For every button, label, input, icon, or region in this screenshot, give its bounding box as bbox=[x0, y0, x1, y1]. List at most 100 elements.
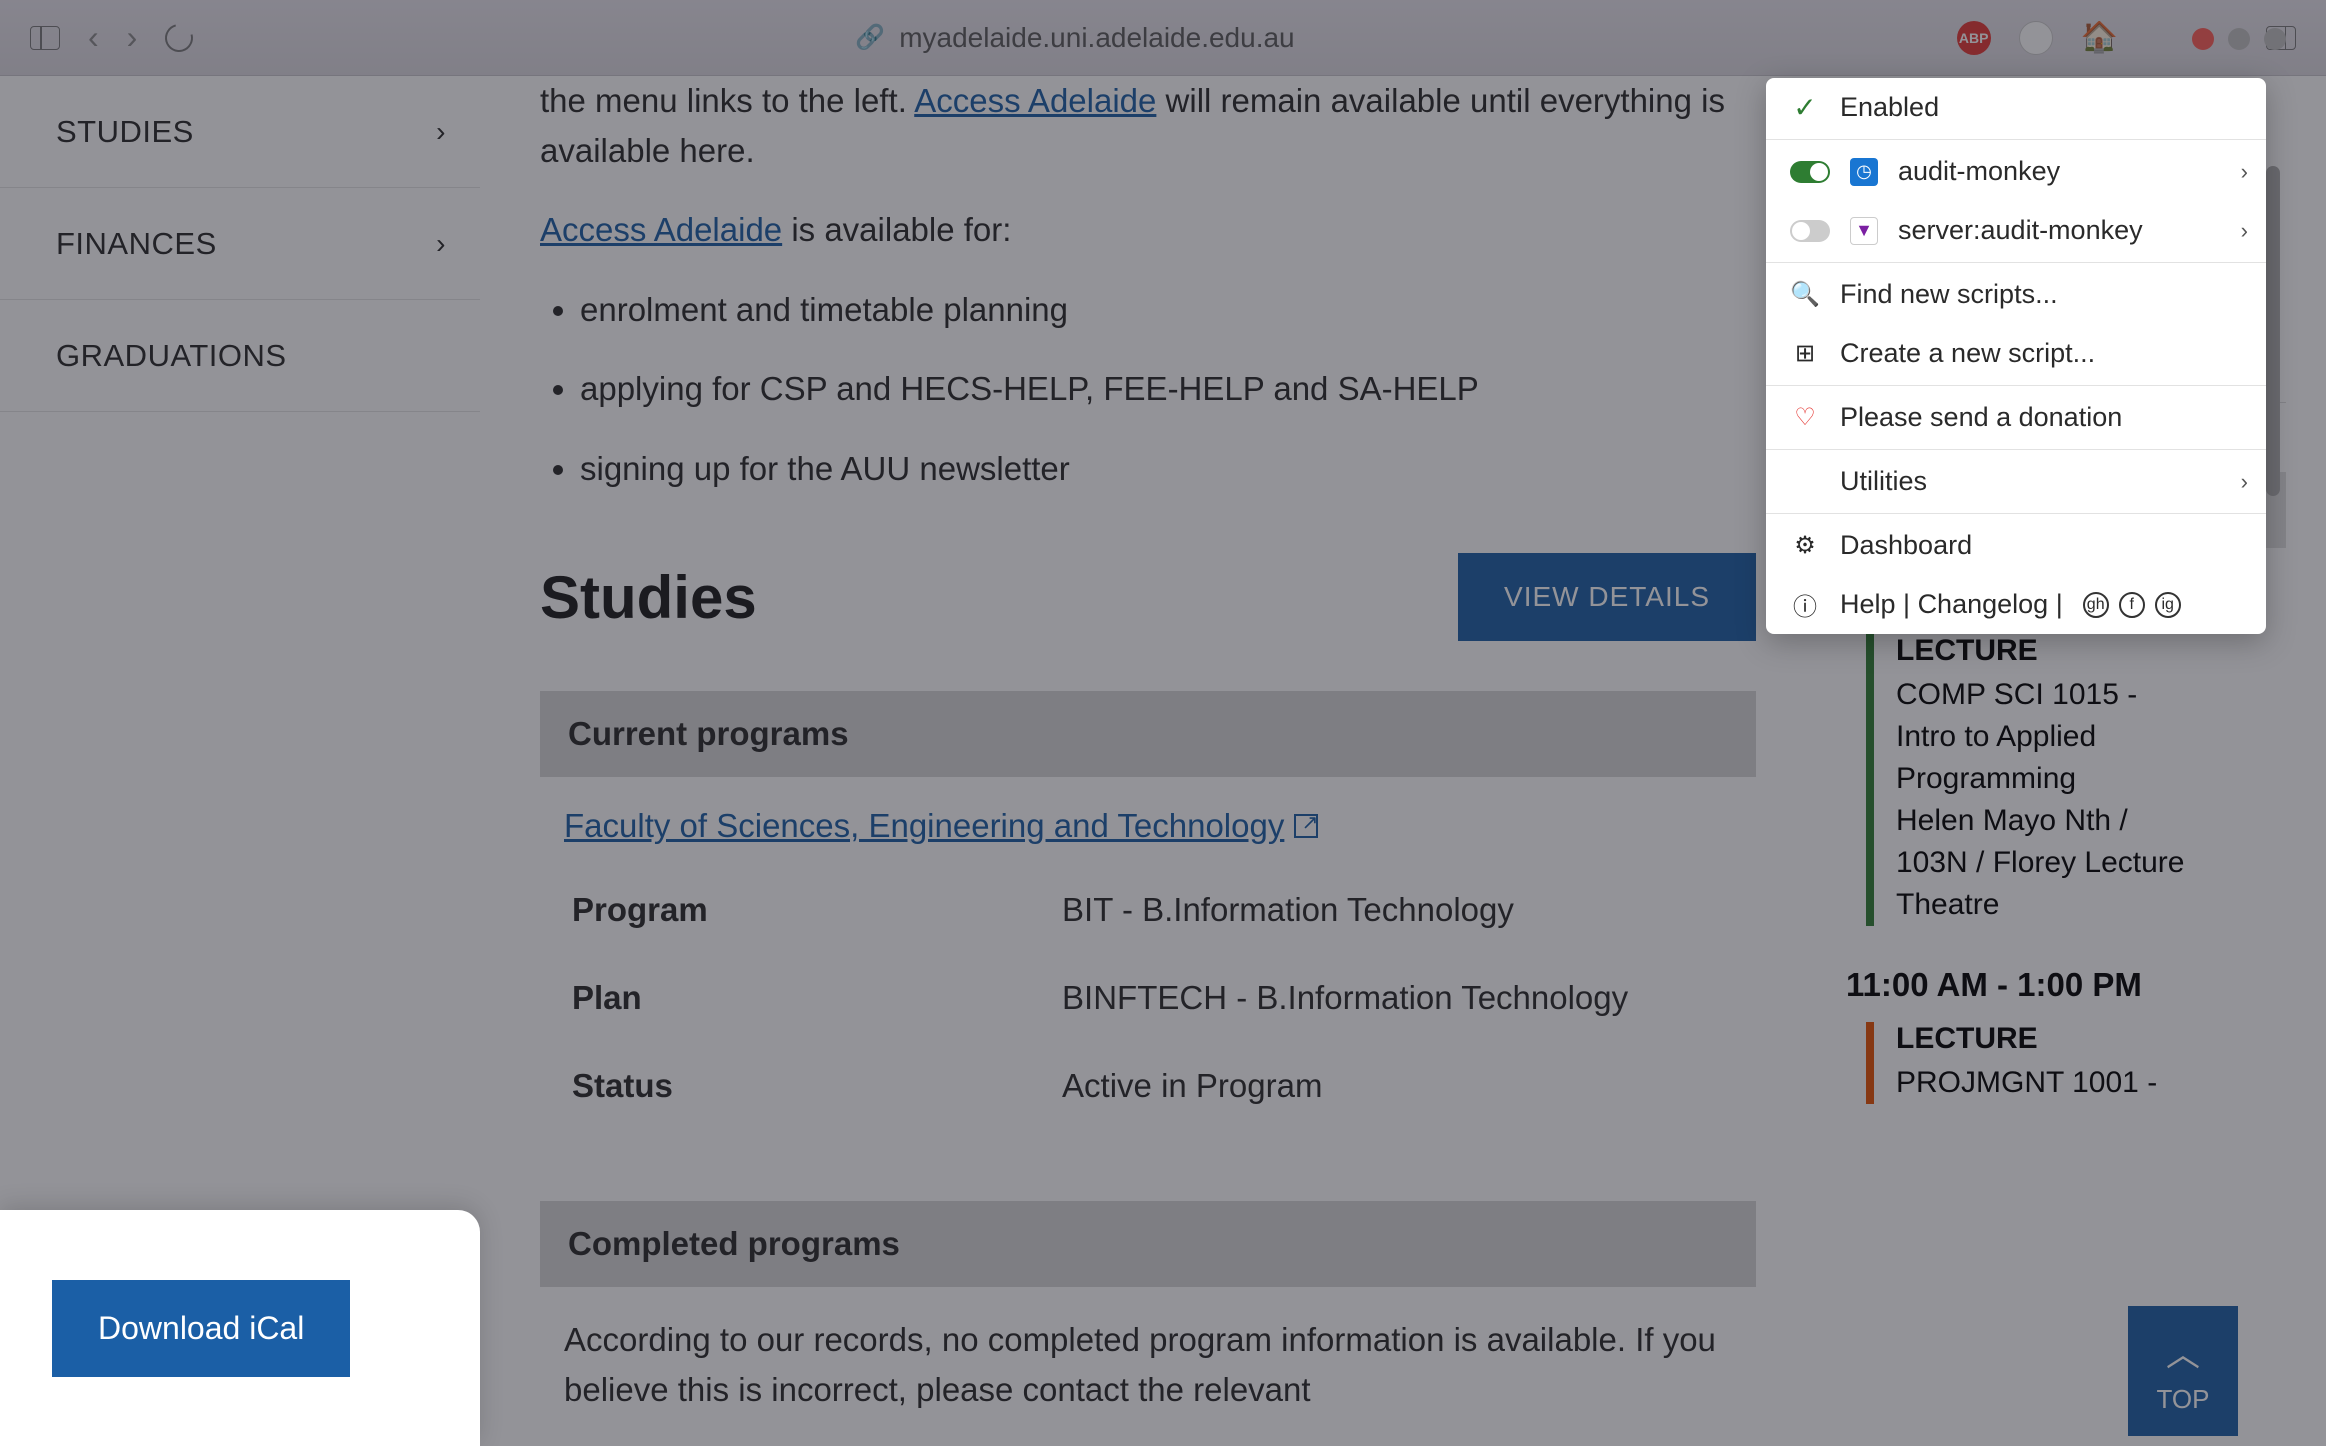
event-type: LECTURE bbox=[1896, 1022, 2286, 1056]
back-button[interactable]: ‹ bbox=[88, 19, 99, 56]
event-line: 103N / Florey Lecture bbox=[1896, 842, 2286, 884]
bullet-item: signing up for the AUU newsletter bbox=[580, 444, 1756, 494]
help-link[interactable]: Help bbox=[1840, 589, 1896, 619]
tm-script-row[interactable]: ◷ audit-monkey › bbox=[1766, 142, 2266, 201]
tampermonkey-icon[interactable] bbox=[2019, 21, 2053, 55]
faculty-link-text: Faculty of Sciences, Engineering and Tec… bbox=[564, 807, 1284, 845]
tm-label: Please send a donation bbox=[1840, 402, 2122, 433]
scroll-top-button[interactable]: ︿ TOP bbox=[2128, 1306, 2238, 1436]
facebook-icon[interactable]: f bbox=[2119, 592, 2145, 618]
cell-key: Status bbox=[566, 1043, 1054, 1129]
nav-label: GRADUATIONS bbox=[56, 338, 287, 374]
table-row: StatusActive in Program bbox=[566, 1043, 1730, 1129]
search-icon: 🔍 bbox=[1790, 280, 1820, 310]
sidebar-toggle-icon[interactable] bbox=[30, 26, 60, 50]
top-label: TOP bbox=[2157, 1384, 2210, 1415]
gear-icon: ⚙ bbox=[1790, 531, 1820, 561]
nav-label: FINANCES bbox=[56, 226, 217, 262]
close-window-icon[interactable] bbox=[2192, 28, 2214, 50]
browser-toolbar: ‹ › 🔗 myadelaide.uni.adelaide.edu.au ABP… bbox=[0, 0, 2326, 76]
ical-download-card: Download iCal bbox=[0, 1210, 480, 1446]
download-ical-button[interactable]: Download iCal bbox=[52, 1280, 350, 1377]
intro-text: the menu links to the left. bbox=[540, 82, 914, 119]
bullet-list: enrolment and timetable planning applyin… bbox=[580, 285, 1756, 494]
nav-item-finances[interactable]: FINANCES › bbox=[0, 188, 480, 300]
scrollbar[interactable] bbox=[2266, 166, 2280, 726]
bullet-item: enrolment and timetable planning bbox=[580, 285, 1756, 335]
tm-utilities[interactable]: Utilities › bbox=[1766, 452, 2266, 511]
tm-enabled-row[interactable]: ✓ Enabled bbox=[1766, 78, 2266, 137]
maximize-window-icon[interactable] bbox=[2264, 28, 2286, 50]
reload-icon[interactable] bbox=[160, 18, 198, 56]
forward-button[interactable]: › bbox=[127, 19, 138, 56]
current-programs-header: Current programs bbox=[540, 691, 1756, 777]
faculty-link[interactable]: Faculty of Sciences, Engineering and Tec… bbox=[564, 807, 1318, 845]
url-text[interactable]: myadelaide.uni.adelaide.edu.au bbox=[899, 22, 1294, 54]
completed-programs-header: Completed programs bbox=[540, 1201, 1756, 1287]
minimize-window-icon[interactable] bbox=[2228, 28, 2250, 50]
event-type: LECTURE bbox=[1896, 634, 2286, 668]
completed-note: According to our records, no completed p… bbox=[540, 1287, 1756, 1414]
chevron-right-icon: › bbox=[2241, 469, 2248, 495]
github-icon[interactable]: gh bbox=[2083, 592, 2109, 618]
event-line: COMP SCI 1015 - bbox=[1896, 674, 2286, 716]
toggle-off-icon[interactable] bbox=[1790, 220, 1830, 242]
table-row: PlanBINFTECH - B.Information Technology bbox=[566, 955, 1730, 1041]
plus-icon: ⊞ bbox=[1790, 339, 1820, 369]
heart-icon: ♡ bbox=[1790, 403, 1820, 433]
event-card[interactable]: LECTURE PROJMGNT 1001 - bbox=[1866, 1022, 2286, 1104]
table-row: ProgramBIT - B.Information Technology bbox=[566, 867, 1730, 953]
cell-key: Program bbox=[566, 867, 1054, 953]
timeslot-header: 11:00 AM - 1:00 PM bbox=[1846, 966, 2286, 1004]
adblock-icon[interactable]: ABP bbox=[1957, 21, 1991, 55]
cell-value: BIT - B.Information Technology bbox=[1056, 867, 1730, 953]
bullet-item: applying for CSP and HECS-HELP, FEE-HELP… bbox=[580, 364, 1756, 414]
nav-item-graduations[interactable]: GRADUATIONS bbox=[0, 300, 480, 412]
scrollbar-thumb[interactable] bbox=[2266, 166, 2280, 496]
access-adelaide-link[interactable]: Access Adelaide bbox=[914, 82, 1156, 119]
changelog-link[interactable]: Changelog bbox=[1918, 589, 2049, 619]
external-link-icon bbox=[1294, 814, 1318, 838]
instagram-icon[interactable]: ig bbox=[2155, 592, 2181, 618]
tm-find-scripts[interactable]: 🔍 Find new scripts... bbox=[1766, 265, 2266, 324]
event-line: Intro to Applied bbox=[1896, 716, 2286, 758]
window-controls bbox=[2192, 28, 2286, 50]
tm-label: audit-monkey bbox=[1898, 156, 2060, 187]
nav-item-studies[interactable]: STUDIES › bbox=[0, 76, 480, 188]
intro-text: is available for: bbox=[782, 211, 1011, 248]
toggle-on-icon[interactable] bbox=[1790, 161, 1830, 183]
lock-icon: 🔗 bbox=[855, 23, 885, 52]
tm-label: Create a new script... bbox=[1840, 338, 2095, 369]
tm-dashboard[interactable]: ⚙ Dashboard bbox=[1766, 516, 2266, 575]
tm-help-row[interactable]: ⓘ Help | Changelog | gh f ig bbox=[1766, 575, 2266, 634]
chevron-right-icon: › bbox=[2241, 159, 2248, 185]
access-adelaide-link[interactable]: Access Adelaide bbox=[540, 211, 782, 248]
event-card[interactable]: LECTURE COMP SCI 1015 - Intro to Applied… bbox=[1866, 634, 2286, 926]
intro-paragraph: the menu links to the left. Access Adela… bbox=[540, 76, 1756, 175]
chevron-up-icon: ︿ bbox=[2166, 1327, 2200, 1376]
info-icon: ⓘ bbox=[1790, 590, 1820, 620]
event-line: Helen Mayo Nth / bbox=[1896, 800, 2286, 842]
tm-label: Enabled bbox=[1840, 92, 1939, 123]
program-table: ProgramBIT - B.Information Technology Pl… bbox=[564, 865, 1732, 1131]
tm-create-script[interactable]: ⊞ Create a new script... bbox=[1766, 324, 2266, 383]
tm-donate[interactable]: ♡ Please send a donation bbox=[1766, 388, 2266, 447]
studies-heading: Studies bbox=[540, 563, 757, 632]
tm-label: Dashboard bbox=[1840, 530, 1972, 561]
event-line: Theatre bbox=[1896, 884, 2286, 926]
chevron-right-icon: › bbox=[2241, 218, 2248, 244]
tm-label: server:audit-monkey bbox=[1898, 215, 2143, 246]
cell-value: Active in Program bbox=[1056, 1043, 1730, 1129]
event-line: Programming bbox=[1896, 758, 2286, 800]
event-line: PROJMGNT 1001 - bbox=[1896, 1062, 2286, 1104]
home-extension-icon[interactable]: 🏠 bbox=[2081, 20, 2118, 55]
check-icon: ✓ bbox=[1790, 93, 1820, 123]
view-details-button[interactable]: VIEW DETAILS bbox=[1458, 553, 1756, 641]
tm-label: Utilities bbox=[1840, 466, 1927, 497]
tm-help-label: Help | Changelog | bbox=[1840, 589, 2063, 620]
tm-script-row[interactable]: ▼ server:audit-monkey › bbox=[1766, 201, 2266, 260]
script-icon: ◷ bbox=[1850, 158, 1878, 186]
cell-value: BINFTECH - B.Information Technology bbox=[1056, 955, 1730, 1041]
chevron-right-icon: › bbox=[436, 228, 446, 260]
tm-label: Find new scripts... bbox=[1840, 279, 2058, 310]
